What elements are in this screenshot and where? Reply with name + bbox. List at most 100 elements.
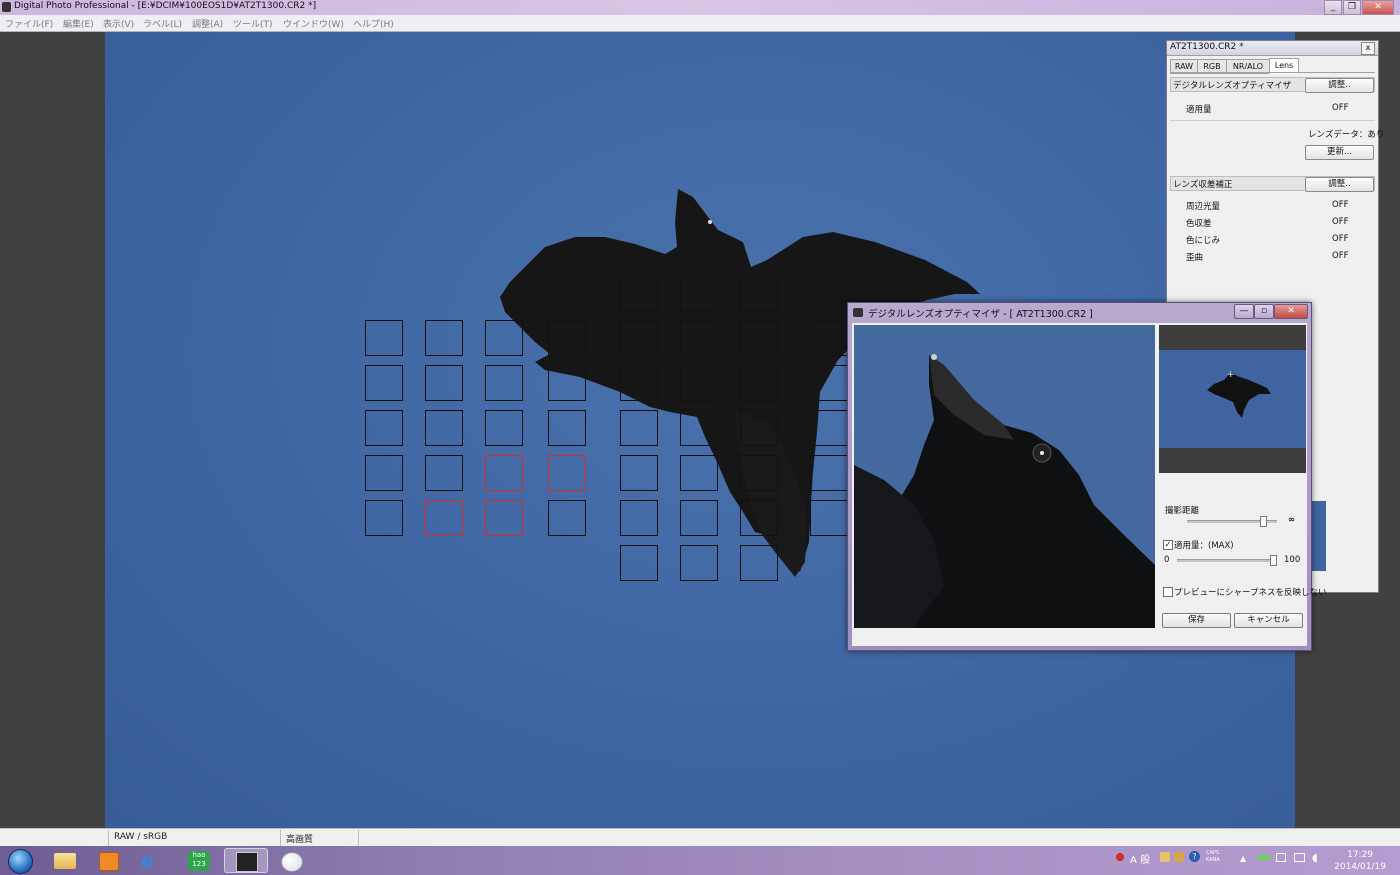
zoom-preview[interactable] bbox=[854, 325, 1155, 628]
af-point bbox=[740, 545, 778, 581]
amount-checkbox-label: 適用量：(MAX) bbox=[1174, 541, 1234, 551]
start-orb-icon[interactable] bbox=[2, 848, 38, 874]
ime-help-icon[interactable]: ? bbox=[1189, 851, 1200, 862]
nvidia-tray-icon[interactable] bbox=[1258, 855, 1270, 860]
explorer-folder-icon[interactable] bbox=[45, 848, 83, 873]
action-center-icon[interactable] bbox=[1276, 853, 1286, 862]
update-lens-data-button[interactable]: 更新... bbox=[1305, 145, 1374, 160]
af-point bbox=[680, 410, 718, 446]
crow-thumbnail-image bbox=[1207, 372, 1271, 418]
palette-close-button[interactable]: x bbox=[1361, 42, 1375, 55]
ime-dictionary-icon[interactable] bbox=[1174, 852, 1184, 862]
dlo-dialog-body: + 撮影距離 ∞ ✓ 適用量：(MAX) 0 100 プレビューにシャープネスを… bbox=[852, 323, 1327, 646]
menu-help[interactable]: ヘルプ(H) bbox=[353, 17, 394, 30]
crow-zoom-image bbox=[854, 354, 1155, 628]
shooting-distance-slider-thumb[interactable] bbox=[1260, 516, 1267, 527]
af-point bbox=[425, 455, 463, 491]
amount-checkbox[interactable]: ✓ bbox=[1163, 540, 1173, 550]
save-button[interactable]: 保存 bbox=[1162, 613, 1231, 628]
dpp-app-icon[interactable] bbox=[2, 2, 11, 12]
show-hidden-icons-icon[interactable]: ▲ bbox=[1240, 854, 1246, 863]
af-point bbox=[425, 365, 463, 401]
minimize-button[interactable]: _ bbox=[1324, 0, 1342, 15]
clock[interactable]: 17:29 2014/01/19 bbox=[1334, 849, 1386, 873]
caps-kana-indicator: CAPS KANA bbox=[1206, 850, 1220, 864]
dlo-close-button[interactable]: ✕ bbox=[1274, 304, 1308, 319]
af-point bbox=[548, 320, 586, 356]
cancel-button[interactable]: キャンセル bbox=[1234, 613, 1303, 628]
infinity-label: ∞ bbox=[1288, 515, 1296, 525]
maximize-button[interactable]: ❐ bbox=[1343, 0, 1361, 15]
amount-slider-thumb[interactable] bbox=[1270, 555, 1277, 566]
volume-icon[interactable]: ◖ bbox=[1312, 851, 1318, 864]
sharpness-checkbox-label: プレビューにシャープネスを反映しない bbox=[1174, 588, 1327, 598]
dlo-dialog-title: デジタルレンズオプティマイザ - [ AT2T1300.CR2 ] bbox=[868, 309, 1093, 320]
lens-data-status: レンズデータ：あり bbox=[1308, 130, 1385, 140]
af-point bbox=[485, 320, 523, 356]
af-point bbox=[810, 455, 848, 491]
af-point bbox=[548, 410, 586, 446]
amount-slider-track[interactable] bbox=[1177, 559, 1277, 562]
color-blur-value: OFF bbox=[1332, 234, 1349, 244]
internet-explorer-icon[interactable]: e bbox=[133, 848, 171, 873]
menu-edit[interactable]: 編集(E) bbox=[63, 17, 94, 30]
af-point-active bbox=[548, 455, 586, 491]
af-point bbox=[740, 500, 778, 536]
close-button[interactable]: ✕ bbox=[1362, 0, 1394, 15]
dlo-amount-value: OFF bbox=[1332, 103, 1349, 113]
dlo-adjust-button[interactable]: 調整.. bbox=[1305, 78, 1374, 93]
af-point-active bbox=[485, 455, 523, 491]
notification-icon[interactable] bbox=[1116, 853, 1124, 861]
af-point bbox=[548, 365, 586, 401]
af-point bbox=[365, 320, 403, 356]
af-point bbox=[548, 500, 586, 536]
af-point bbox=[680, 276, 718, 312]
ime-indicator[interactable]: A 般 bbox=[1130, 851, 1150, 866]
navigator-thumbnail[interactable]: + bbox=[1159, 325, 1306, 473]
shooting-distance-label: 撮影距離 bbox=[1165, 506, 1200, 516]
af-point bbox=[620, 365, 658, 401]
kana-indicator: KANA bbox=[1206, 857, 1220, 863]
af-point bbox=[680, 500, 718, 536]
aberration-section-title: レンズ収差補正 bbox=[1173, 180, 1233, 190]
network-icon[interactable] bbox=[1294, 853, 1305, 862]
af-point bbox=[620, 545, 658, 581]
menu-adjust[interactable]: 調整(A) bbox=[192, 17, 223, 30]
navigator-crosshair-icon: + bbox=[1227, 370, 1235, 380]
paint-icon[interactable] bbox=[272, 848, 310, 873]
divider bbox=[1170, 120, 1375, 121]
dlo-minimize-button[interactable]: — bbox=[1234, 304, 1254, 319]
hao123-icon[interactable]: hao 123 bbox=[180, 848, 218, 873]
aberration-adjust-button[interactable]: 調整.. bbox=[1305, 177, 1374, 192]
dlo-section-title: デジタルレンズオプティマイザ bbox=[1173, 81, 1292, 91]
status-quality: 高画質 bbox=[286, 835, 314, 845]
menu-tools[interactable]: ツール(T) bbox=[233, 17, 273, 30]
menu-bar: ファイル(F) 編集(E) 表示(V) ラベル(L) 調整(A) ツール(T) … bbox=[0, 15, 1400, 32]
menu-label[interactable]: ラベル(L) bbox=[143, 17, 182, 30]
dlo-dialog[interactable]: デジタルレンズオプティマイザ - [ AT2T1300.CR2 ] — ▫ ✕ … bbox=[847, 302, 1327, 651]
af-point bbox=[365, 365, 403, 401]
status-separator bbox=[108, 830, 109, 846]
menu-file[interactable]: ファイル(F) bbox=[5, 17, 53, 30]
dlo-amount-label: 適用量 bbox=[1186, 105, 1212, 115]
ime-tool-icon[interactable] bbox=[1160, 852, 1170, 862]
af-point-active bbox=[425, 500, 463, 536]
af-point bbox=[810, 500, 848, 536]
af-point bbox=[740, 455, 778, 491]
dlo-maximize-button[interactable]: ▫ bbox=[1254, 304, 1274, 319]
af-point bbox=[485, 410, 523, 446]
window-title-bar: Digital Photo Professional - [E:¥DCIM¥10… bbox=[0, 0, 1400, 15]
navigator-image: + bbox=[1159, 350, 1306, 448]
af-point bbox=[740, 276, 778, 312]
af-point bbox=[365, 500, 403, 536]
menu-view[interactable]: 表示(V) bbox=[103, 17, 134, 30]
af-point bbox=[680, 455, 718, 491]
af-point bbox=[740, 320, 778, 356]
dpp-app-icon[interactable] bbox=[224, 848, 268, 873]
af-point bbox=[680, 320, 718, 356]
media-player-icon[interactable] bbox=[89, 848, 127, 873]
sharpness-checkbox[interactable] bbox=[1163, 587, 1173, 597]
amount-min-label: 0 bbox=[1164, 555, 1170, 565]
af-point bbox=[620, 455, 658, 491]
menu-window[interactable]: ウインドウ(W) bbox=[283, 17, 344, 30]
